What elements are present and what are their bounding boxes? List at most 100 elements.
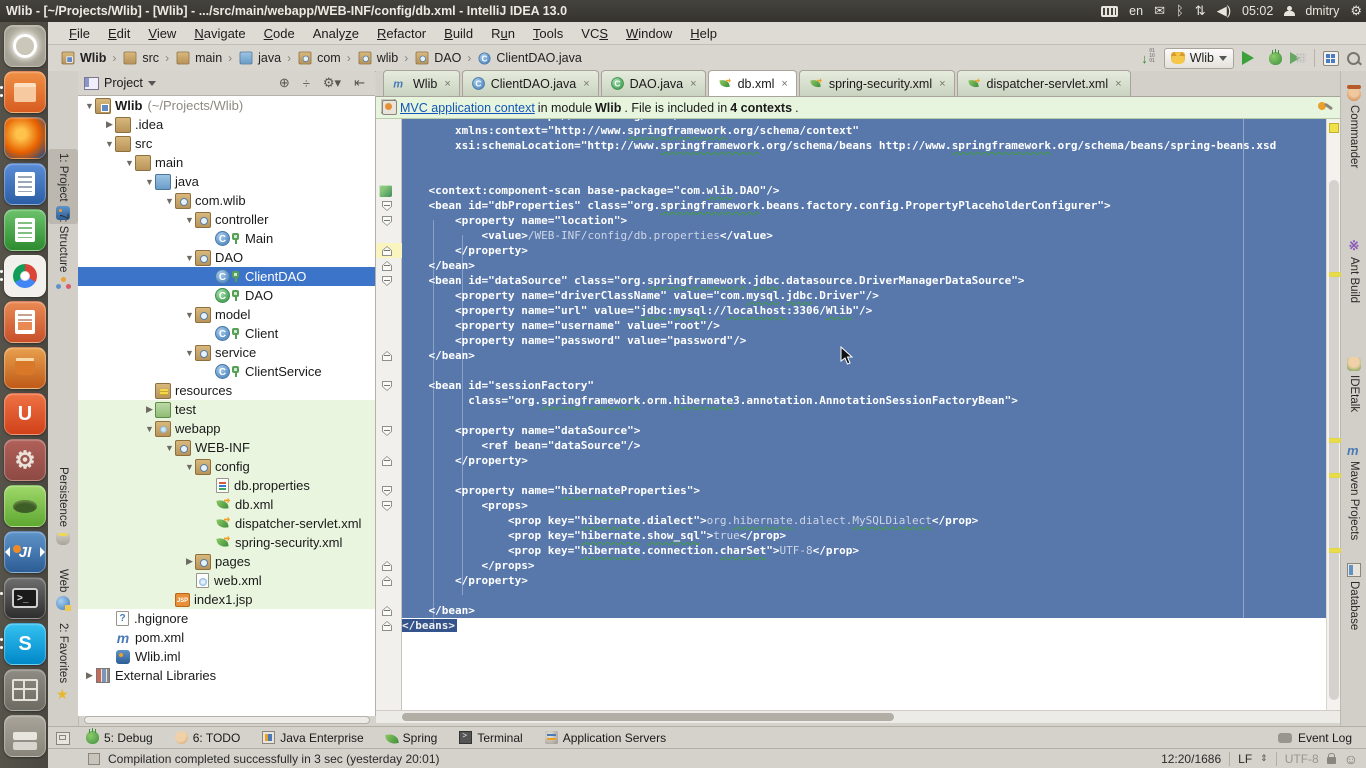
intellij-idea-launcher-icon[interactable]: JI: [0, 531, 50, 573]
tab-DAO.java[interactable]: C DAO.java ×: [600, 70, 706, 96]
code-line[interactable]: <value>/WEB-INF/config/db.properties</va…: [402, 228, 1326, 243]
tree-expanded-arrow[interactable]: ▼: [184, 462, 195, 472]
code-line[interactable]: <bean id="dataSource" class="org.springf…: [402, 273, 1326, 288]
code-line[interactable]: </property>: [402, 453, 1326, 468]
tab-spring-security.xml[interactable]: spring-security.xml ×: [798, 70, 955, 96]
code-line[interactable]: </beans>: [402, 618, 1326, 633]
tree-expanded-arrow[interactable]: ▼: [124, 158, 135, 168]
mail-icon[interactable]: ✉: [1154, 0, 1165, 22]
code-line[interactable]: <prop key="hibernate.connection.charSet"…: [402, 543, 1326, 558]
tree-item-db.properties[interactable]: db.properties: [78, 476, 375, 495]
tree-item-web.xml[interactable]: web.xml: [78, 571, 375, 590]
code-line[interactable]: </property>: [402, 573, 1326, 588]
fold-marker-up[interactable]: [382, 561, 392, 571]
fold-marker-down[interactable]: [382, 486, 392, 496]
breadcrumb-item-main[interactable]: main: [173, 50, 224, 66]
tree-item-pages[interactable]: ▶ pages: [78, 552, 375, 571]
bluetooth-icon[interactable]: ᛒ: [1176, 0, 1184, 22]
error-stripe[interactable]: [1326, 119, 1341, 710]
code-line[interactable]: <ref bean="dataSource"/>: [402, 438, 1326, 453]
code-line[interactable]: </property>: [402, 243, 1326, 258]
tree-expanded-arrow[interactable]: ▼: [184, 310, 195, 320]
run-configuration-selector[interactable]: Wlib: [1163, 47, 1234, 69]
code-line[interactable]: [402, 153, 1326, 168]
system-settings-launcher-icon[interactable]: ⚙: [4, 439, 46, 481]
tree-item-db.xml[interactable]: db.xml: [78, 495, 375, 514]
spring-bean-gutter-icon[interactable]: [379, 185, 392, 197]
fold-marker-up[interactable]: [382, 351, 392, 361]
warning-tick-icon[interactable]: [1329, 473, 1341, 478]
tree-expanded-arrow[interactable]: ▼: [184, 215, 195, 225]
tool-window-button-5-debug[interactable]: 5: Debug: [86, 728, 153, 745]
project-panel-title[interactable]: Project: [104, 76, 143, 90]
project-structure-button[interactable]: [1323, 50, 1339, 66]
tree-item-DAO[interactable]: C DAO: [78, 286, 375, 305]
tab-close-icon[interactable]: ×: [444, 78, 450, 90]
tree-item-dispatcher-servlet.xml[interactable]: dispatcher-servlet.xml: [78, 514, 375, 533]
locate-icon[interactable]: ⊕: [275, 75, 294, 91]
fold-marker-up[interactable]: [382, 261, 392, 271]
keyboard-layout-label[interactable]: en: [1129, 4, 1143, 18]
event-log-button[interactable]: Event Log: [1277, 731, 1352, 745]
code-line[interactable]: xmlns:context="http://www.springframewor…: [402, 123, 1326, 138]
breadcrumb-item-DAO[interactable]: DAO: [412, 50, 463, 66]
fold-marker-down[interactable]: [382, 216, 392, 226]
tab-db.xml[interactable]: db.xml ×: [707, 70, 797, 96]
tab-close-icon[interactable]: ×: [583, 78, 589, 90]
fold-marker-up[interactable]: [382, 606, 392, 616]
files-launcher-icon[interactable]: [0, 71, 46, 113]
tree-item-DAO[interactable]: ▼ DAO: [78, 248, 375, 267]
libreoffice-calc-launcher-icon[interactable]: [4, 209, 46, 251]
menu-edit[interactable]: Edit: [99, 26, 139, 41]
tab-ClientDAO.java[interactable]: C ClientDAO.java ×: [461, 70, 599, 96]
code-line[interactable]: [402, 363, 1326, 378]
code-line[interactable]: <property name="url" value="jdbc:mysql:/…: [402, 303, 1326, 318]
code-line[interactable]: </props>: [402, 558, 1326, 573]
fold-marker-down[interactable]: [382, 426, 392, 436]
search-everywhere-icon[interactable]: [1347, 51, 1360, 65]
tree-item-pom.xml[interactable]: m pom.xml: [78, 628, 375, 647]
tool-stripe-idetalk[interactable]: IDEtalk: [1341, 353, 1366, 416]
menu-analyze[interactable]: Analyze: [304, 26, 368, 41]
code-line[interactable]: [402, 468, 1326, 483]
tab-close-icon[interactable]: ×: [1115, 78, 1121, 90]
keyboard-layout-icon[interactable]: [1101, 5, 1119, 17]
tool-stripe--structure[interactable]: 7: Structure: [48, 209, 78, 294]
editor-hscrollbar-thumb[interactable]: [402, 713, 894, 721]
chromium-launcher-icon[interactable]: [0, 255, 46, 297]
code-line[interactable]: class="org.springframework.orm.hibernate…: [402, 393, 1326, 408]
tree-item-java[interactable]: ▼ java: [78, 172, 375, 191]
tree-item-src[interactable]: ▼ src: [78, 134, 375, 153]
tortoisehg-launcher-icon[interactable]: [4, 485, 46, 527]
project-tree-hscrollbar[interactable]: [84, 716, 370, 724]
tree-expanded-arrow[interactable]: ▼: [184, 348, 195, 358]
trash-launcher-icon[interactable]: [4, 715, 46, 757]
menu-navigate[interactable]: Navigate: [185, 26, 254, 41]
menu-vcs[interactable]: VCS: [572, 26, 617, 41]
code-line[interactable]: <property name="password" value="passwor…: [402, 333, 1326, 348]
libreoffice-impress-launcher-icon[interactable]: [4, 301, 46, 343]
tool-stripe-commander[interactable]: Commander: [1341, 83, 1366, 172]
code-line[interactable]: <context:component-scan base-package="co…: [402, 183, 1326, 198]
update-project-icon[interactable]: ↓: [1141, 49, 1158, 66]
user-name[interactable]: dmitry: [1305, 4, 1339, 18]
menu-refactor[interactable]: Refactor: [368, 26, 435, 41]
editor-gutter[interactable]: [376, 119, 402, 710]
warning-tick-icon[interactable]: [1329, 548, 1341, 553]
fold-marker-down[interactable]: [382, 501, 392, 511]
code-line[interactable]: [402, 168, 1326, 183]
tool-stripe-maven-projects[interactable]: m Maven Projects: [1341, 439, 1366, 544]
tree-expanded-arrow[interactable]: ▼: [144, 424, 155, 434]
tree-expanded-arrow[interactable]: ▼: [184, 253, 195, 263]
caret-position[interactable]: 12:20/1686: [1161, 752, 1221, 766]
code-line[interactable]: <property name="dataSource">: [402, 423, 1326, 438]
fold-marker-down[interactable]: [382, 276, 392, 286]
menu-tools[interactable]: Tools: [524, 26, 572, 41]
tree-collapsed-arrow[interactable]: ▶: [144, 404, 155, 415]
tree-item-service[interactable]: ▼ service: [78, 343, 375, 362]
tree-expanded-arrow[interactable]: ▼: [164, 443, 175, 453]
tree-item-.hgignore[interactable]: .hgignore: [78, 609, 375, 628]
tool-stripe-web[interactable]: Web: [48, 565, 78, 614]
clock[interactable]: 05:02: [1242, 4, 1273, 18]
code-line[interactable]: </bean>: [402, 258, 1326, 273]
